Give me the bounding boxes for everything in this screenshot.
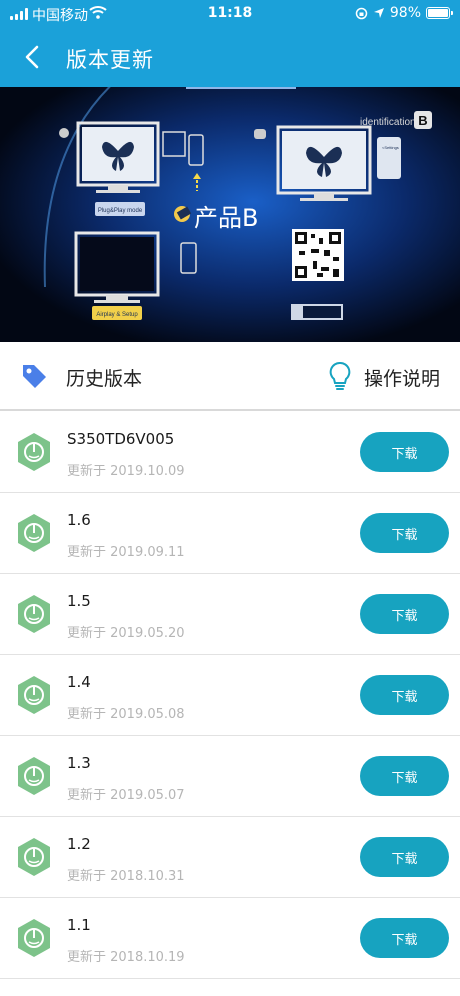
version-row: S350TD6V005 更新于 2019.10.09 下载 — [0, 412, 460, 493]
version-name: 1.5 — [67, 592, 91, 610]
download-button[interactable]: 下载 — [360, 837, 449, 877]
version-row: 1.5 更新于 2019.05.20 下载 — [0, 574, 460, 655]
download-button[interactable]: 下载 — [360, 918, 449, 958]
nav-bar: 版本更新 — [0, 28, 460, 87]
firmware-icon — [18, 595, 50, 633]
section-header: 历史版本 操作说明 — [0, 342, 460, 411]
version-date: 更新于 2019.05.07 — [67, 788, 185, 803]
firmware-icon — [18, 433, 50, 471]
chevron-left-icon[interactable] — [20, 44, 46, 70]
location-icon — [373, 8, 384, 18]
version-date: 更新于 2019.05.20 — [67, 626, 185, 641]
download-button[interactable]: 下载 — [360, 432, 449, 472]
history-versions-label: 历史版本 — [66, 368, 143, 390]
download-button[interactable]: 下载 — [360, 513, 449, 553]
settings-text: <Settings — [382, 145, 399, 150]
version-row: 1.6 更新于 2019.09.11 下载 — [0, 493, 460, 574]
battery-icon — [426, 7, 453, 19]
version-date: 更新于 2019.05.08 — [67, 707, 185, 722]
version-name: 1.1 — [67, 916, 91, 934]
version-row: 1.3 更新于 2019.05.07 下载 — [0, 736, 460, 817]
firmware-icon — [18, 757, 50, 795]
qr-code-icon — [292, 229, 344, 281]
version-date: 更新于 2018.10.19 — [67, 950, 185, 965]
version-name: 1.6 — [67, 511, 91, 529]
download-button[interactable]: 下载 — [360, 756, 449, 796]
rotation-lock-icon — [355, 7, 368, 19]
battery-percent: 98% — [389, 5, 421, 21]
identification-value: B — [418, 113, 427, 128]
download-button[interactable]: 下载 — [360, 594, 449, 634]
firmware-icon — [18, 838, 50, 876]
android-icon — [254, 129, 266, 139]
identification-label: identification: — [360, 117, 418, 128]
version-list: S350TD6V005 更新于 2019.10.09 下载 1.6 更新于 20… — [0, 412, 460, 979]
top-bar: 中国移动 11:18 98% 版本更新 — [0, 0, 460, 87]
version-name: 1.4 — [67, 673, 91, 691]
status-bar: 中国移动 11:18 98% — [0, 0, 460, 28]
firmware-icon — [18, 514, 50, 552]
product-banner: Plug&Play mode <Settings identification:… — [0, 87, 460, 342]
version-row: 1.4 更新于 2019.05.08 下载 — [0, 655, 460, 736]
version-name: S350TD6V005 — [67, 430, 175, 448]
version-name: 1.2 — [67, 835, 91, 853]
tag-icon — [23, 365, 46, 388]
firmware-icon — [18, 919, 50, 957]
download-button[interactable]: 下载 — [360, 675, 449, 715]
page-title: 版本更新 — [66, 48, 154, 72]
banner-illustration: Plug&Play mode <Settings identification:… — [0, 87, 460, 342]
apple-icon — [59, 128, 69, 138]
version-date: 更新于 2019.09.11 — [67, 545, 185, 560]
plug-play-label: Plug&Play mode — [98, 208, 143, 214]
version-row: 1.2 更新于 2018.10.31 下载 — [0, 817, 460, 898]
version-date: 更新于 2018.10.31 — [67, 869, 185, 884]
version-row: 1.1 更新于 2018.10.19 下载 — [0, 898, 460, 979]
firmware-icon — [18, 676, 50, 714]
version-name: 1.3 — [67, 754, 91, 772]
product-label: 产品B — [194, 204, 258, 232]
airplay-setup-label: Airplay & Setup — [96, 312, 138, 318]
instructions-link[interactable]: 操作说明 — [364, 364, 440, 391]
lightbulb-icon[interactable] — [328, 361, 352, 391]
version-date: 更新于 2019.10.09 — [67, 464, 185, 479]
